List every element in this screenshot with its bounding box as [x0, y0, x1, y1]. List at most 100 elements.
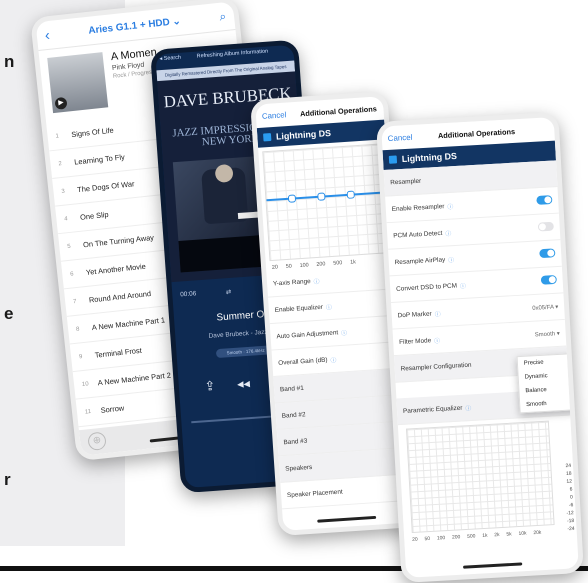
- background-text: e: [4, 304, 14, 323]
- album-cover[interactable]: ▶: [47, 52, 109, 114]
- row-label: Band #3: [283, 437, 308, 446]
- device-selector[interactable]: Aries G1.1 + HDD ⌄: [88, 15, 181, 36]
- row-label: Band #1: [279, 384, 304, 393]
- toggle-switch[interactable]: [536, 195, 553, 205]
- freq-tick-label: 20k: [533, 529, 542, 537]
- gain-axis: 24 18 12 6 0 -6 -12 -18 -24: [564, 462, 575, 533]
- info-icon[interactable]: ⓘ: [448, 254, 454, 263]
- freq-tick-label: 20: [412, 536, 418, 543]
- track-number: 10: [81, 380, 89, 388]
- toggle-switch[interactable]: [537, 221, 554, 232]
- dop-marker-select[interactable]: 0x05/FA ▾: [532, 303, 558, 311]
- row-label: Speaker Placement: [286, 488, 343, 499]
- freq-tick-label: 200: [451, 534, 461, 541]
- track-number: 11: [84, 408, 92, 416]
- filter-mode-select[interactable]: Smooth ▾: [535, 330, 560, 338]
- device-logo-icon: [263, 133, 272, 142]
- track-title: Signs Of Life: [70, 125, 115, 140]
- info-icon[interactable]: ⓘ: [434, 309, 441, 318]
- track-number: 9: [78, 353, 83, 360]
- back-search-link[interactable]: ◂ Search: [159, 55, 181, 68]
- row-label: Filter Mode: [398, 336, 432, 346]
- toggle-switch[interactable]: [539, 248, 556, 259]
- row-label: Auto Gain Adjustment: [276, 328, 339, 340]
- track-title: Terminal Frost: [94, 345, 143, 360]
- background-text: n: [4, 52, 15, 71]
- previous-icon[interactable]: ◂◂: [236, 376, 250, 393]
- freq-tick-label: 100: [436, 535, 446, 542]
- play-icon[interactable]: ▶: [54, 96, 68, 110]
- track-title: The Dogs Of War: [76, 179, 135, 195]
- freq-tick-label: 500: [466, 533, 476, 540]
- info-icon[interactable]: ⓘ: [445, 228, 451, 237]
- toggle-switch[interactable]: [540, 274, 557, 285]
- cancel-button[interactable]: Cancel: [262, 110, 287, 120]
- peq-graph[interactable]: [405, 420, 555, 534]
- track-title: A New Machine Part 2: [97, 370, 172, 388]
- freq-tick-label: 100: [299, 262, 309, 269]
- track-number: 6: [69, 270, 74, 278]
- track-number: 7: [72, 298, 77, 305]
- filter-mode-menu: Precise Dynamic Balance Smooth: [516, 352, 579, 414]
- freq-tick-label: 50: [285, 263, 292, 270]
- sheet-title: Additional Operations: [437, 126, 516, 140]
- row-label: Y-axis Range: [272, 277, 311, 287]
- info-icon[interactable]: ⓘ: [313, 276, 320, 285]
- elapsed-time: 00:06: [180, 290, 197, 299]
- track-title: Learning To Fly: [73, 152, 126, 167]
- track-number: 4: [64, 215, 68, 223]
- row-label: Enable Resampler: [391, 202, 445, 213]
- info-icon[interactable]: ⓘ: [460, 281, 466, 289]
- info-icon[interactable]: ⓘ: [326, 302, 332, 311]
- eq-graph[interactable]: [262, 143, 390, 262]
- freq-tick-label: 2k: [494, 532, 500, 539]
- freq-tick-label: 5k: [506, 531, 512, 538]
- row-label: Band #2: [281, 410, 306, 420]
- row-label: Overall Gain (dB): [278, 356, 328, 367]
- track-number: 8: [75, 326, 80, 333]
- phone-resampler: Cancel Additional Operations Lightning D…: [376, 111, 584, 583]
- row-label: PCM Auto Detect: [393, 229, 443, 240]
- device-name: Lightning DS: [401, 151, 458, 165]
- section-label: Parametric Equalizer: [402, 404, 463, 415]
- info-icon[interactable]: ⓘ: [465, 403, 471, 412]
- info-icon[interactable]: ⓘ: [330, 355, 336, 364]
- track-number: 5: [67, 243, 71, 250]
- track-number: 3: [61, 188, 66, 195]
- track-title: One Slip: [79, 209, 109, 222]
- freq-tick-label: 1k: [482, 532, 488, 539]
- home-indicator: [462, 562, 522, 569]
- info-icon[interactable]: ⓘ: [447, 201, 453, 210]
- repeat-icon[interactable]: ⇄: [226, 288, 232, 296]
- row-label: Enable Equalizer: [274, 303, 324, 314]
- home-indicator: [317, 515, 377, 523]
- freq-tick-label: 50: [424, 535, 431, 543]
- search-icon[interactable]: ⌕: [219, 9, 227, 24]
- share-icon[interactable]: ⇪: [204, 378, 216, 395]
- freq-tick-label: 20: [271, 264, 279, 271]
- track-number: 1: [55, 133, 60, 140]
- back-icon[interactable]: ‹: [44, 26, 51, 43]
- gain-tick-label: -24: [567, 525, 575, 533]
- device-logo-icon: [388, 155, 398, 164]
- cancel-button[interactable]: Cancel: [388, 132, 413, 142]
- add-icon[interactable]: ⊕: [87, 431, 107, 452]
- row-label: Resample AirPlay: [394, 255, 446, 266]
- track-title: Yet Another Movie: [85, 261, 147, 277]
- sheet-title: Additional Operations: [299, 103, 378, 118]
- track-title: Round And Around: [88, 289, 152, 305]
- section-label: Speakers: [285, 463, 313, 473]
- freq-tick-label: 200: [316, 261, 326, 268]
- info-icon[interactable]: ⓘ: [341, 327, 347, 336]
- filter-option[interactable]: Smooth: [520, 395, 578, 412]
- freq-tick-label: 10k: [518, 530, 527, 537]
- background-text: r: [4, 470, 11, 489]
- info-icon[interactable]: ⓘ: [434, 335, 440, 344]
- freq-tick-label: 500: [333, 260, 343, 267]
- track-title: Sorrow: [100, 403, 125, 415]
- row-label: DoP Marker: [397, 310, 432, 319]
- section-label: Resampler: [390, 177, 422, 186]
- row-label: Resampler Configuration: [400, 361, 472, 373]
- device-name: Lightning DS: [275, 128, 332, 142]
- row-label: Convert DSD to PCM: [395, 281, 458, 293]
